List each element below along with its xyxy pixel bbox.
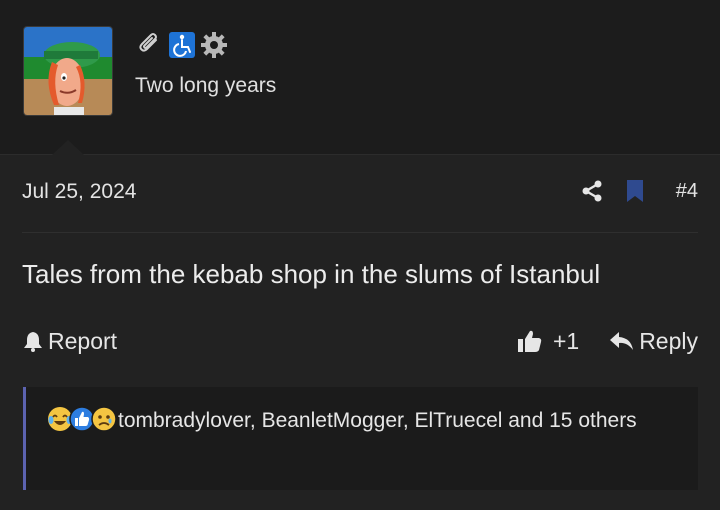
post-date[interactable]: Jul 25, 2024 bbox=[22, 180, 136, 204]
reply-label: Reply bbox=[639, 327, 698, 354]
divider bbox=[22, 232, 698, 233]
avatar[interactable] bbox=[23, 26, 113, 116]
wheelchair-icon bbox=[167, 30, 197, 60]
share-icon[interactable] bbox=[580, 178, 604, 204]
user-badges bbox=[135, 30, 229, 60]
reply-icon bbox=[610, 332, 634, 350]
sad-icon bbox=[90, 405, 118, 433]
post-actions: Report +1 Reply bbox=[22, 324, 698, 358]
thumbs-up-icon bbox=[517, 330, 542, 352]
paperclip-icon bbox=[135, 30, 165, 60]
reply-button[interactable]: Reply bbox=[609, 328, 698, 355]
gear-icon bbox=[199, 30, 229, 60]
bookmark-icon[interactable] bbox=[626, 178, 646, 204]
post-number-link[interactable]: #4 bbox=[676, 180, 698, 203]
like-count: +1 bbox=[552, 327, 580, 354]
user-header: Two long years bbox=[0, 0, 720, 155]
like-button[interactable]: +1 bbox=[517, 328, 579, 355]
right-actions: +1 Reply bbox=[517, 328, 698, 355]
post-body: Tales from the kebab shop in the slums o… bbox=[22, 259, 601, 289]
report-button[interactable]: Report bbox=[22, 328, 117, 355]
avatar-pointer bbox=[52, 140, 84, 155]
reactions-text[interactable]: tombradylover, BeanletMogger, ElTruecel … bbox=[118, 409, 637, 432]
post-tools: #4 bbox=[580, 175, 698, 207]
bell-icon bbox=[24, 332, 42, 352]
reaction-icons bbox=[46, 405, 117, 433]
report-label: Report bbox=[48, 327, 118, 354]
user-title: Two long years bbox=[135, 74, 277, 97]
reactions-summary[interactable]: tombradylover, BeanletMogger, ElTruecel … bbox=[23, 387, 698, 490]
